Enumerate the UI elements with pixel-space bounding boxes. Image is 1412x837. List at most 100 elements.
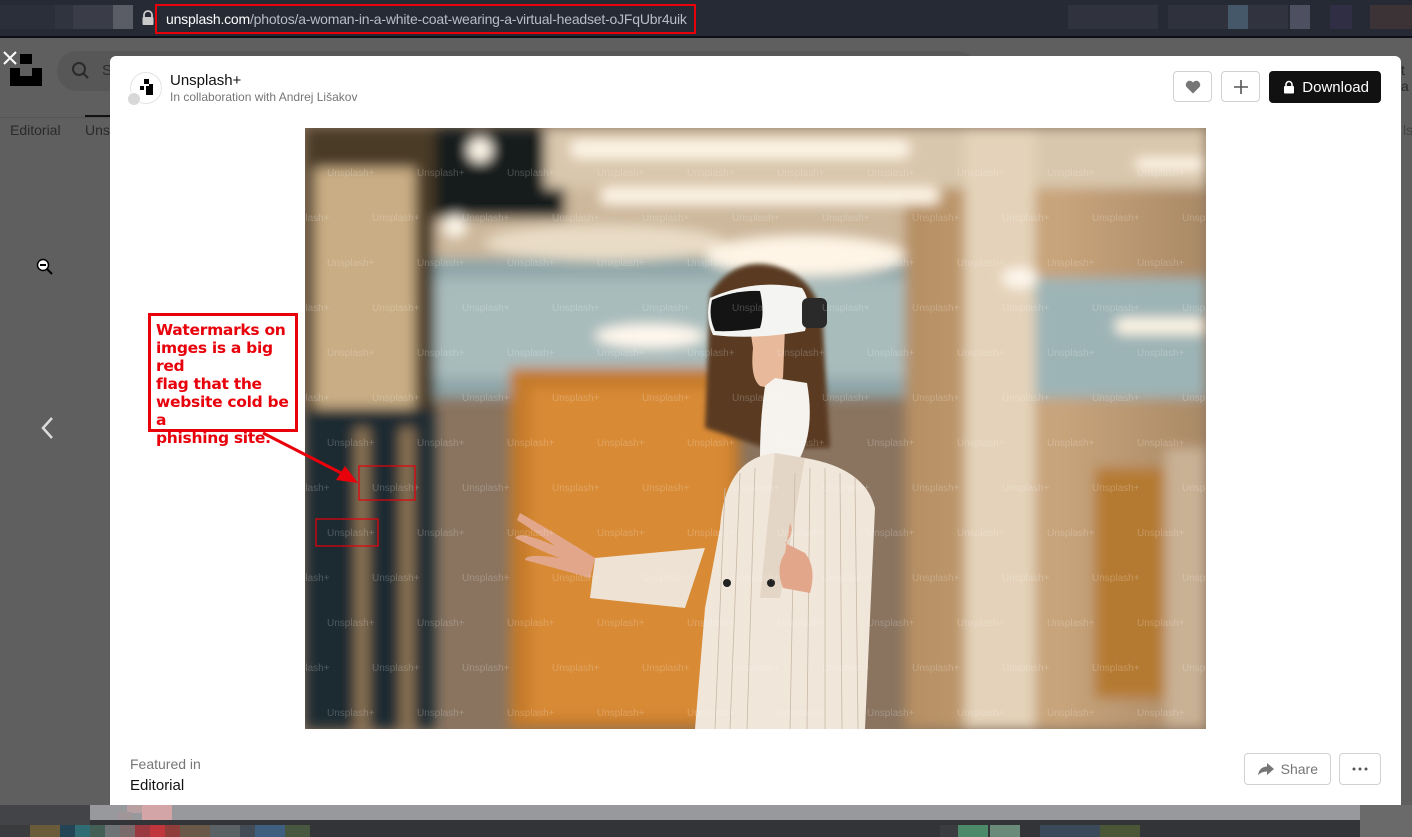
chevron-left-icon[interactable]	[38, 414, 60, 442]
share-button[interactable]: Share	[1243, 753, 1331, 785]
watermark-text: Unsplash+	[912, 663, 960, 674]
download-button[interactable]: Download	[1269, 71, 1381, 103]
blurred-thumbnail-strip	[0, 805, 1412, 837]
watermark-text: Unsplash+	[1047, 168, 1095, 179]
watermark-text: Unsplash+	[552, 303, 600, 314]
watermark-text: Unsplash+	[597, 618, 645, 629]
watermark-text: Unsplash+	[597, 348, 645, 359]
photo-modal: Unsplash+ In collaboration with Andrej L…	[110, 56, 1401, 805]
main-photo[interactable]: Unsplash+ Unsplash+ Unsplash+ Unsplash+ Unsp…	[305, 128, 1206, 729]
watermark-text: Unsplash+	[1092, 573, 1140, 584]
watermark-text: Unsplash+	[957, 348, 1005, 359]
download-label: Download	[1302, 78, 1369, 96]
watermark-text: Unsplash+	[777, 168, 825, 179]
watermark-text: Unsplash+	[552, 213, 600, 224]
watermark-text: Unsplash+	[1047, 528, 1095, 539]
blurred-tab	[73, 5, 113, 29]
watermark-text: Unsplash+	[732, 663, 780, 674]
watermark-text: Unsplash+	[1047, 708, 1095, 719]
watermark-text: Unsplash+	[867, 168, 915, 179]
watermark-text: Unsplash+	[372, 483, 420, 494]
watermark-text: Unsplash+	[552, 483, 600, 494]
annotation-line: phishing site.	[156, 429, 271, 447]
search-icon	[72, 62, 89, 79]
watermark-text: Unsplash+	[597, 168, 645, 179]
watermark-text: Unsplash+	[822, 573, 870, 584]
author-subtitle: In collaboration with Andrej Lišakov	[170, 90, 358, 104]
watermark-text: Unsplash+	[957, 618, 1005, 629]
blurred-extension-icons	[1370, 5, 1412, 29]
divider	[0, 117, 110, 118]
watermark-text: Unsplash+	[777, 528, 825, 539]
watermark-text: Unsplash+	[327, 168, 375, 179]
watermark-text: Unsplash+	[687, 258, 735, 269]
watermark-text: Unsplash+	[372, 303, 420, 314]
watermark-text: Unsplash+	[1137, 168, 1185, 179]
bottom-actions: Share	[1243, 753, 1381, 785]
collaborator-avatar[interactable]	[127, 92, 141, 106]
url-host: unsplash.com	[166, 11, 250, 27]
watermark-text: Unsplash+	[462, 573, 510, 584]
featured-in: Featured in Editorial	[130, 755, 201, 795]
watermark-text: Unsplash+	[687, 618, 735, 629]
watermark-text: Unsplash+	[822, 483, 870, 494]
featured-label: Featured in	[130, 756, 201, 772]
watermark-text: Unsplash+	[305, 573, 330, 584]
watermark-text: Unsplash+	[642, 213, 690, 224]
annotation-text: Watermarks on imges is a big red flag th…	[156, 321, 295, 447]
author-name[interactable]: Unsplash+	[170, 71, 357, 90]
annotation-line: Watermarks on	[156, 321, 286, 339]
blurred-extension-icons	[1168, 5, 1228, 29]
watermark-text: Unsplash+	[1182, 213, 1206, 224]
watermark-text: Unsplash+	[1047, 438, 1095, 449]
watermark-text: Unsplash+	[1002, 663, 1050, 674]
watermark-text: Unsplash+	[597, 708, 645, 719]
featured-collection-link[interactable]: Editorial	[130, 777, 201, 795]
watermark-text: Unsplash+	[642, 663, 690, 674]
blurred-extension-icons	[1330, 5, 1352, 29]
blurred-extension-icons	[1290, 5, 1310, 29]
watermark-text: Unsplash+	[912, 303, 960, 314]
watermark-text: Unsplash+	[507, 168, 555, 179]
like-button[interactable]	[1173, 71, 1213, 102]
watermark-text: Unsplash+	[912, 483, 960, 494]
watermark-text: Unsplash+	[777, 618, 825, 629]
watermark-text: Unsplash+	[305, 483, 330, 494]
watermark-text: Unsplash+	[552, 573, 600, 584]
watermark-text: Unsplash+	[777, 348, 825, 359]
add-to-collection-button[interactable]	[1221, 71, 1261, 102]
watermark-text: Unsplash+	[912, 393, 960, 404]
watermark-text: Unsplash+	[417, 618, 465, 629]
watermark-text: Unsplash+	[642, 303, 690, 314]
watermark-text: Unsplash+	[417, 348, 465, 359]
background-partial-text: t a	[1401, 62, 1409, 94]
watermark-text: Unsplash+	[687, 528, 735, 539]
plus-icon	[1233, 79, 1248, 94]
background-tab-unsplash-plus: Uns	[85, 122, 110, 138]
watermark-text: Unsplash+	[687, 708, 735, 719]
photo-actions: Download	[1173, 71, 1381, 103]
url-field[interactable]: unsplash.com/photos/a-woman-in-a-white-c…	[155, 4, 696, 34]
blurred-extension-icons	[1248, 5, 1288, 29]
watermark-text: Unsplash+	[1002, 393, 1050, 404]
watermark-text: Unsplash+	[1047, 348, 1095, 359]
lock-icon	[1284, 80, 1295, 94]
watermark-text: Unsplash+	[372, 573, 420, 584]
watermark-text: Unsplash+	[417, 708, 465, 719]
watermark-text: Unsplash+	[822, 393, 870, 404]
watermark-text: Unsplash+	[867, 708, 915, 719]
watermark-text: Unsplash+	[597, 438, 645, 449]
photo-illustration: Unsplash+ Unsplash+ Unsplash+ Unsplash+ Unsp…	[305, 128, 1206, 729]
watermark-text: Unsplash+	[462, 483, 510, 494]
background-partial-text: ls	[1403, 122, 1412, 138]
watermark-text: Unsplash+	[687, 348, 735, 359]
close-icon[interactable]	[2, 50, 20, 68]
author-info[interactable]: Unsplash+ In collaboration with Andrej L…	[127, 71, 358, 108]
watermark-text: Unsplash+	[597, 258, 645, 269]
watermark-text: Unsplash+	[732, 213, 780, 224]
watermark-text: Unsplash+	[642, 393, 690, 404]
watermark-text: Unsplash+	[597, 528, 645, 539]
watermark-text: Unsplash+	[417, 258, 465, 269]
more-actions-button[interactable]	[1339, 753, 1381, 785]
watermark-text: Unsplash+	[1137, 528, 1185, 539]
